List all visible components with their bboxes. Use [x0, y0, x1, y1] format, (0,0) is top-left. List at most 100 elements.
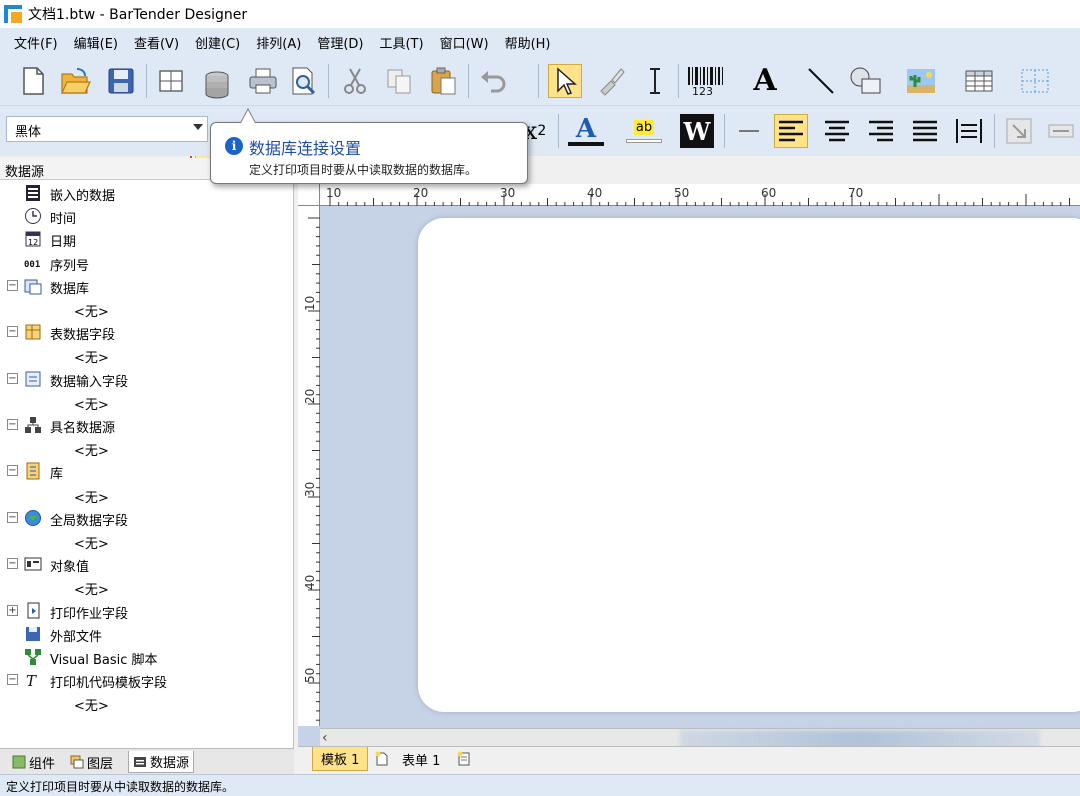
add-form-tab-button[interactable]	[452, 747, 476, 771]
text-object-button[interactable]: A	[748, 64, 782, 98]
tree-item-serial-number[interactable]: 001 序列号	[0, 252, 290, 274]
print-job-icon	[27, 602, 40, 619]
justify-button[interactable]	[908, 114, 942, 148]
menu-tools[interactable]: 工具(T)	[371, 33, 431, 52]
menu-arrange[interactable]: 排列(A)	[248, 33, 309, 52]
collapse-icon[interactable]: −	[7, 326, 18, 338]
tree-none-label: <无>	[74, 305, 109, 320]
tab-layers[interactable]: 图层	[66, 751, 117, 773]
tree-item-label: 打印作业字段	[50, 606, 129, 622]
menu-manage[interactable]: 管理(D)	[309, 33, 371, 52]
horizontal-rule-button[interactable]	[732, 114, 766, 148]
tree-item-library[interactable]: − 库	[0, 460, 290, 482]
menu-window[interactable]: 窗口(W)	[432, 33, 497, 52]
resize-button[interactable]	[1002, 114, 1036, 148]
vertical-ruler-ticks: 10 20 30 40 50	[303, 217, 320, 721]
menu-create[interactable]: 创建(C)	[187, 33, 248, 52]
tree-item-table-fields[interactable]: − 表数据字段	[0, 321, 290, 343]
tree-item-embedded-data[interactable]: 嵌入的数据	[0, 182, 290, 204]
scroll-left-icon[interactable]: ‹	[322, 730, 328, 746]
line-tool-button[interactable]	[804, 64, 838, 98]
fit-text-button[interactable]	[952, 114, 986, 148]
tree-item-label: 日期	[50, 235, 77, 251]
text-cursor-button[interactable]	[638, 64, 672, 98]
collapse-icon[interactable]: −	[7, 419, 18, 430]
menu-help[interactable]: 帮助(H)	[497, 33, 559, 52]
align-center-icon	[825, 120, 849, 142]
chevron-down-icon[interactable]	[193, 124, 203, 130]
datasource-panel: 嵌入的数据 时间 12 日期 001 序列号 − 数据库 <无> − 表数据字段 <无> − 数据输入字段…	[0, 180, 294, 748]
collapse-icon[interactable]: −	[7, 279, 18, 291]
tree-item-object-value[interactable]: − 对象值	[0, 553, 290, 575]
collapse-icon[interactable]: −	[7, 674, 18, 686]
tab-form-1[interactable]: 表单 1	[394, 747, 448, 771]
menu-edit[interactable]: 编辑(E)	[66, 33, 126, 52]
page-setup-button[interactable]	[154, 64, 188, 98]
tree-item-database-fields[interactable]: − 数据库	[0, 275, 290, 297]
word-art-glyph: W	[683, 116, 711, 146]
tab-template-1[interactable]: 模板 1	[312, 747, 369, 771]
copy-button[interactable]	[382, 64, 416, 98]
barcode-button[interactable]: 123	[686, 64, 730, 98]
undo-icon	[481, 71, 506, 93]
table-tool-button[interactable]	[962, 64, 996, 98]
tab-datasources[interactable]: 数据源	[128, 751, 195, 773]
tree-item-data-entry[interactable]: − 数据输入字段	[0, 368, 290, 390]
cut-button[interactable]	[338, 64, 372, 98]
shape-tool-button[interactable]	[846, 64, 890, 98]
paste-button[interactable]	[426, 64, 460, 98]
tree-item-print-job[interactable]: + 打印作业字段	[0, 600, 290, 622]
font-color-glyph: A	[575, 114, 597, 144]
database-connection-button[interactable]	[200, 68, 234, 102]
label-template[interactable]	[418, 218, 1080, 712]
format-painter-button[interactable]	[594, 64, 628, 98]
save-button[interactable]	[104, 64, 138, 98]
spacing-button[interactable]	[1044, 114, 1078, 148]
bartender-app-icon	[4, 5, 22, 23]
tree-item-named-source[interactable]: − 具名数据源	[0, 414, 290, 436]
tree-item-printer-code[interactable]: − T 打印机代码模板字段	[0, 669, 290, 691]
tree-item-floppy[interactable]: 外部文件	[0, 623, 290, 645]
window-title: 文档1.btw - BarTender Designer	[28, 7, 248, 23]
add-template-tab-button[interactable]	[370, 747, 394, 771]
new-document-icon	[23, 67, 44, 95]
undo-button[interactable]	[476, 64, 510, 98]
highlight-glyph: ab	[633, 119, 655, 135]
align-right-button[interactable]	[864, 114, 898, 148]
collapse-icon[interactable]: −	[7, 558, 18, 570]
font-color-button[interactable]: A	[566, 114, 606, 148]
tab-components[interactable]: 组件	[8, 751, 59, 773]
ruler-h-label: 60	[761, 186, 776, 200]
tree-item-label: 数据输入字段	[50, 374, 129, 390]
brush-icon	[600, 68, 625, 96]
tree-item-vb-script[interactable]: Visual Basic 脚本	[0, 646, 290, 668]
collapse-icon[interactable]: −	[7, 511, 18, 523]
print-preview-button[interactable]	[286, 64, 320, 98]
open-button[interactable]	[58, 64, 92, 98]
collapse-icon[interactable]: −	[7, 372, 18, 384]
new-document-button[interactable]	[16, 64, 50, 98]
tree-item-calendar[interactable]: 12 日期	[0, 228, 290, 250]
expand-icon[interactable]: +	[7, 604, 18, 616]
menu-file[interactable]: 文件(F)	[6, 33, 66, 52]
tree-item-clock[interactable]: 时间	[0, 205, 290, 227]
svg-text:12: 12	[28, 238, 38, 247]
tooltip-title: 数据库连接设置	[249, 139, 362, 158]
align-left-button[interactable]	[774, 114, 808, 148]
copy-icon	[387, 69, 411, 94]
menu-bar: 文件(F) 编辑(E) 查看(V) 创建(C) 排列(A) 管理(D) 工具(T…	[0, 28, 1080, 56]
tree-item-globe[interactable]: − 全局数据字段	[0, 507, 290, 529]
menu-view[interactable]: 查看(V)	[126, 33, 187, 52]
print-button[interactable]	[246, 64, 280, 98]
picture-tool-button[interactable]	[904, 64, 938, 98]
spacing-icon	[1048, 124, 1074, 138]
align-center-button[interactable]	[820, 114, 854, 148]
collapse-icon[interactable]: −	[7, 465, 18, 477]
tree-item-label: 打印机代码模板字段	[50, 676, 168, 692]
tree-empty-placeholder: <无>	[0, 344, 290, 366]
font-name-select[interactable]: 黑体	[6, 116, 208, 142]
word-art-button[interactable]: W	[680, 114, 714, 148]
grid-tool-button[interactable]	[1018, 64, 1052, 98]
select-tool-button[interactable]	[548, 64, 582, 98]
highlight-button[interactable]: ab	[622, 114, 666, 148]
